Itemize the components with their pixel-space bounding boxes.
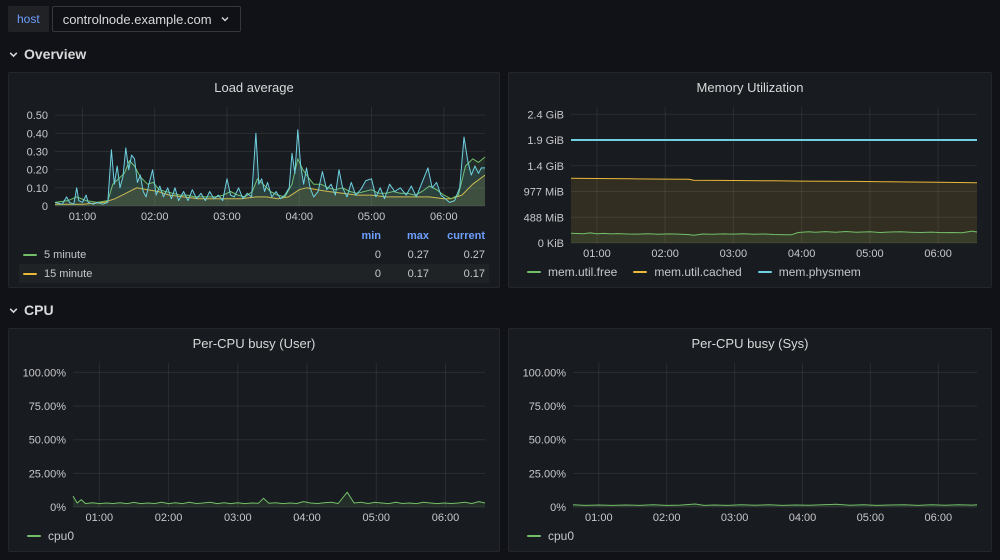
svg-text:04:00: 04:00 xyxy=(293,512,321,524)
load-average-chart[interactable]: 0 0.10 0.20 0.30 0.40 0.50 01:00 02:00 03:00 04:0… xyxy=(17,100,491,224)
svg-text:0%: 0% xyxy=(550,502,566,514)
legend-row-15-minute: 15 minute 0 0.17 0.17 xyxy=(19,264,489,283)
series-swatch xyxy=(527,535,541,537)
svg-text:03:00: 03:00 xyxy=(224,512,252,524)
collapse-chevron-icon xyxy=(8,49,18,59)
svg-text:05:00: 05:00 xyxy=(358,211,386,223)
value-min: 0 xyxy=(337,268,381,280)
svg-text:02:00: 02:00 xyxy=(653,512,681,524)
panel-title-load-average[interactable]: Load average xyxy=(17,78,491,100)
value-max: 0.27 xyxy=(381,249,429,261)
svg-text:04:00: 04:00 xyxy=(789,512,817,524)
svg-text:03:00: 03:00 xyxy=(721,512,749,524)
section-header-cpu[interactable]: CPU xyxy=(8,302,54,318)
legend-item-mem-physmem[interactable]: mem.physmem xyxy=(758,265,861,279)
legend-row-5-minute: 5 minute 0 0.27 0.27 xyxy=(19,245,489,264)
svg-text:100.00%: 100.00% xyxy=(23,367,67,379)
legend-item-mem-util-free[interactable]: mem.util.free xyxy=(527,265,617,279)
svg-text:50.00%: 50.00% xyxy=(529,435,567,447)
host-variable-value: controlnode.example.com xyxy=(63,12,212,27)
svg-text:02:00: 02:00 xyxy=(651,248,679,260)
value-max: 0.17 xyxy=(381,268,429,280)
legend-label-5-minute[interactable]: 5 minute xyxy=(23,249,337,261)
svg-text:02:00: 02:00 xyxy=(155,512,183,524)
svg-text:0%: 0% xyxy=(50,502,66,514)
section-title-cpu: CPU xyxy=(24,302,54,318)
svg-text:0.50: 0.50 xyxy=(27,110,48,122)
svg-text:0 KiB: 0 KiB xyxy=(538,238,564,250)
cpu-user-legend: cpu0 xyxy=(17,525,491,547)
svg-text:977 MiB: 977 MiB xyxy=(524,186,564,198)
cpu-sys-legend: cpu0 xyxy=(517,525,983,547)
section-header-overview[interactable]: Overview xyxy=(8,46,86,62)
legend-item-cpu0[interactable]: cpu0 xyxy=(27,529,74,543)
legend-header-current[interactable]: current xyxy=(429,230,485,242)
svg-text:50.00%: 50.00% xyxy=(29,435,67,447)
per-cpu-busy-sys-chart[interactable]: 0% 25.00% 50.00% 75.00% 100.00% 01:00 02:00 03:… xyxy=(517,356,983,525)
svg-text:1.9 GiB: 1.9 GiB xyxy=(527,135,564,147)
section-title-overview: Overview xyxy=(24,46,86,62)
svg-text:488 MiB: 488 MiB xyxy=(524,212,564,224)
svg-text:75.00%: 75.00% xyxy=(29,401,67,413)
svg-text:25.00%: 25.00% xyxy=(529,468,567,480)
svg-text:0.30: 0.30 xyxy=(27,147,48,159)
series-swatch xyxy=(23,273,37,275)
series-swatch xyxy=(527,271,541,273)
legend-header-max[interactable]: max xyxy=(381,230,429,242)
series-swatch xyxy=(633,271,647,273)
svg-text:06:00: 06:00 xyxy=(430,211,458,223)
svg-text:01:00: 01:00 xyxy=(86,512,114,524)
svg-text:0.10: 0.10 xyxy=(27,183,48,195)
load-legend-table: min max current 5 minute 0 0.27 0.27 15 … xyxy=(17,224,491,283)
svg-text:04:00: 04:00 xyxy=(788,248,816,260)
dashboard-variable-bar: host controlnode.example.com xyxy=(8,6,241,32)
svg-text:25.00%: 25.00% xyxy=(29,468,67,480)
legend-label-15-minute[interactable]: 15 minute xyxy=(23,268,337,280)
svg-text:06:00: 06:00 xyxy=(925,512,953,524)
memory-utilization-chart[interactable]: 0 KiB 488 MiB 977 MiB 1.4 GiB 1.9 GiB 2.4 GiB… xyxy=(517,100,983,261)
svg-text:75.00%: 75.00% xyxy=(529,401,567,413)
svg-text:02:00: 02:00 xyxy=(141,211,169,223)
svg-text:0: 0 xyxy=(42,201,48,213)
svg-text:05:00: 05:00 xyxy=(857,512,885,524)
panel-title-per-cpu-busy-user[interactable]: Per-CPU busy (User) xyxy=(17,334,491,356)
svg-text:03:00: 03:00 xyxy=(720,248,748,260)
svg-text:06:00: 06:00 xyxy=(432,512,460,524)
memory-legend: mem.util.free mem.util.cached mem.physme… xyxy=(517,261,983,283)
series-swatch xyxy=(23,254,37,256)
svg-text:05:00: 05:00 xyxy=(363,512,391,524)
svg-text:03:00: 03:00 xyxy=(213,211,241,223)
legend-header-min[interactable]: min xyxy=(337,230,381,242)
legend-item-mem-util-cached[interactable]: mem.util.cached xyxy=(633,265,741,279)
legend-header-row: min max current xyxy=(19,226,489,245)
host-variable-dropdown[interactable]: controlnode.example.com xyxy=(52,6,241,32)
svg-text:01:00: 01:00 xyxy=(583,248,611,260)
svg-text:01:00: 01:00 xyxy=(585,512,613,524)
chevron-down-icon xyxy=(220,14,230,24)
legend-item-cpu0[interactable]: cpu0 xyxy=(527,529,574,543)
svg-text:06:00: 06:00 xyxy=(924,248,952,260)
panel-per-cpu-busy-user: Per-CPU busy (User) 0% 25.00% 50.00% 75.00%… xyxy=(8,328,500,552)
panel-title-memory-utilization[interactable]: Memory Utilization xyxy=(517,78,983,100)
svg-text:0.40: 0.40 xyxy=(27,128,48,140)
value-min: 0 xyxy=(337,249,381,261)
svg-text:0.20: 0.20 xyxy=(27,165,48,177)
svg-text:04:00: 04:00 xyxy=(286,211,314,223)
panel-load-average: Load average 00.100.200.300.400.5001:000… xyxy=(8,72,500,288)
svg-text:01:00: 01:00 xyxy=(69,211,97,223)
panel-per-cpu-busy-sys: Per-CPU busy (Sys) 0% 25.00% 50.00% 75.00% 1… xyxy=(508,328,992,552)
value-current: 0.27 xyxy=(429,249,485,261)
svg-text:1.4 GiB: 1.4 GiB xyxy=(527,161,564,173)
panel-title-per-cpu-busy-sys[interactable]: Per-CPU busy (Sys) xyxy=(517,334,983,356)
svg-text:2.4 GiB: 2.4 GiB xyxy=(527,109,564,121)
collapse-chevron-icon xyxy=(8,305,18,315)
svg-text:05:00: 05:00 xyxy=(856,248,884,260)
host-variable-label: host xyxy=(8,6,49,32)
series-swatch xyxy=(27,535,41,537)
panel-memory-utilization: Memory Utilization 0 KiB 488 MiB 977 MiB 1.… xyxy=(508,72,992,288)
per-cpu-busy-user-chart[interactable]: 0% 25.00% 50.00% 75.00% 100.00% 01:00 02:00 03:… xyxy=(17,356,491,525)
value-current: 0.17 xyxy=(429,268,485,280)
svg-text:100.00%: 100.00% xyxy=(523,367,567,379)
series-swatch xyxy=(758,271,772,273)
